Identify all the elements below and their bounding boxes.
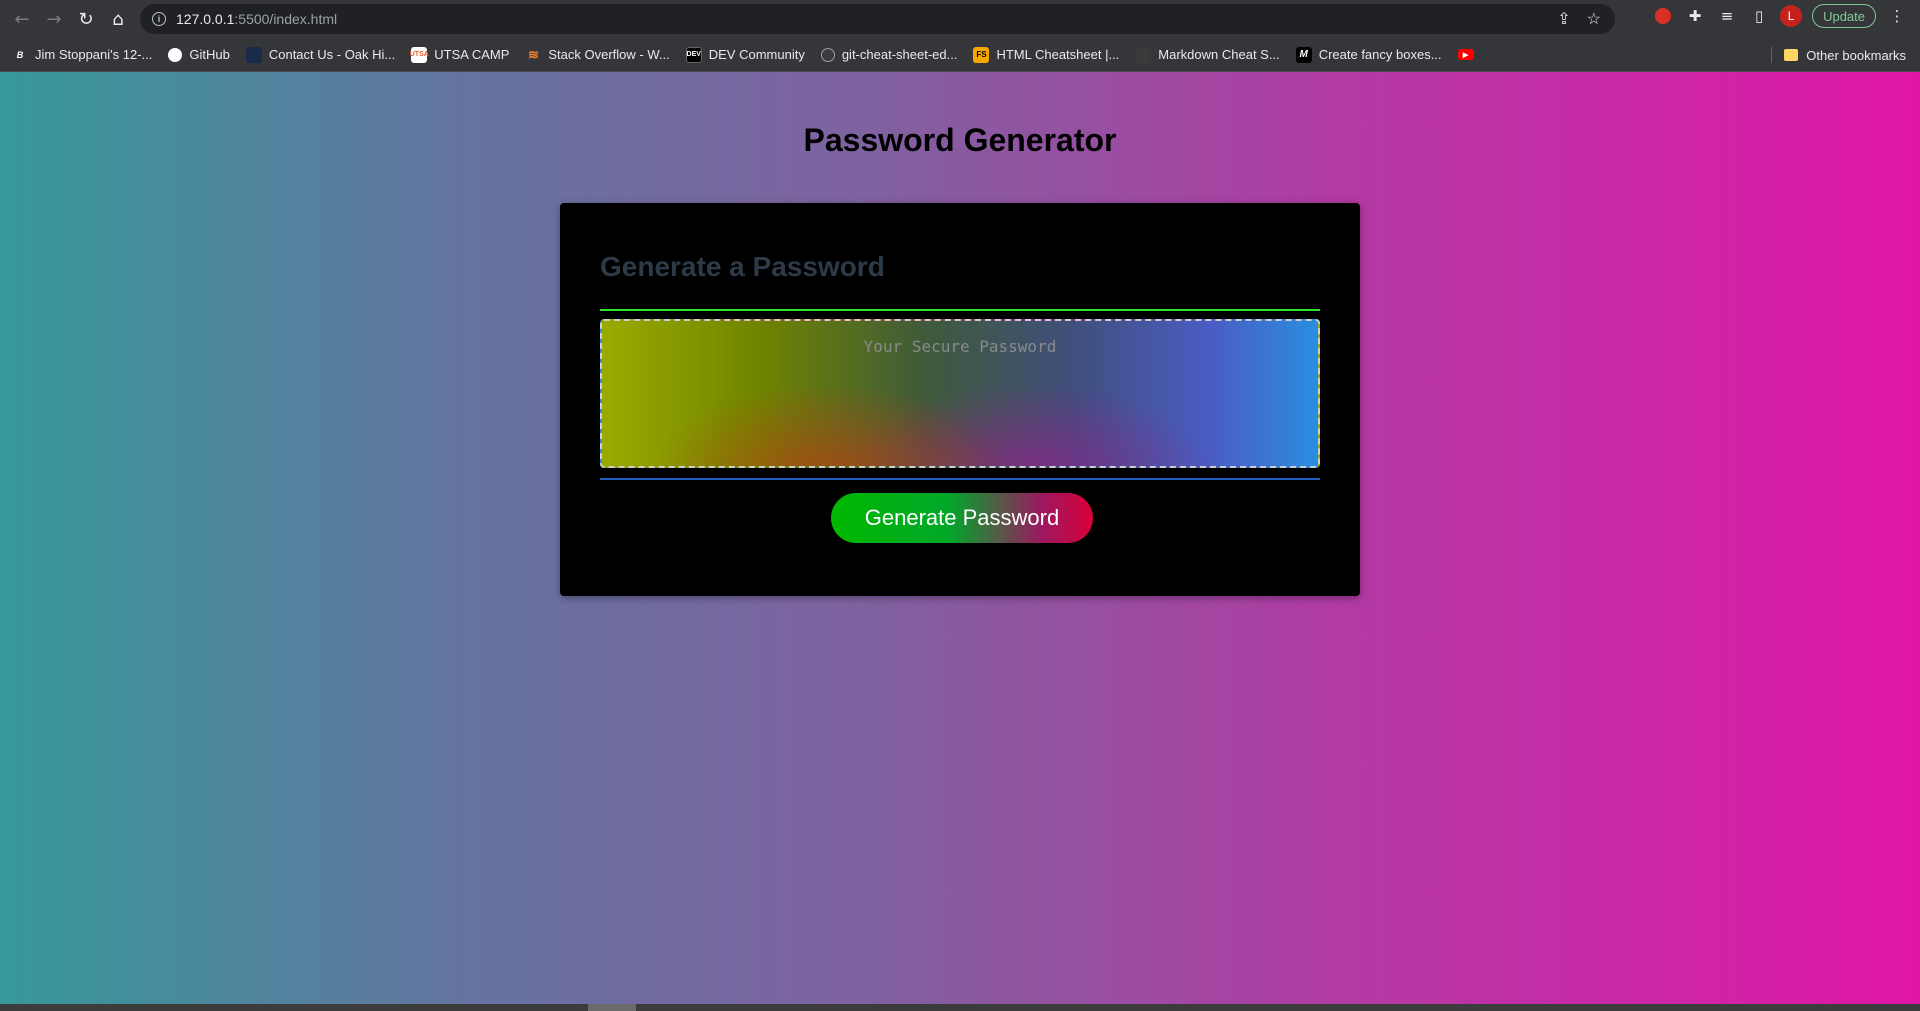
reload-icon[interactable]: ↻ [70, 3, 102, 35]
browser-toolbar: ← → ↻ ⌂ i 127.0.0.1:5500/index.html ⇪ ☆ … [0, 0, 1920, 38]
bookmark-item[interactable]: ≋ Stack Overflow - W... [525, 46, 670, 63]
other-bookmarks-folder[interactable]: Other bookmarks [1784, 38, 1906, 72]
bookmark-item[interactable]: B Jim Stoppani's 12-... [12, 47, 153, 63]
extension-red-icon[interactable] [1652, 5, 1674, 27]
bookmarks-bar: B Jim Stoppani's 12-... GitHub Contact Us… [0, 38, 1920, 72]
bookmark-star-icon[interactable]: ☆ [1587, 9, 1601, 29]
site-info-icon[interactable]: i [152, 12, 166, 26]
back-icon[interactable]: ← [6, 3, 38, 35]
html-cheatsheet-favicon: FS [973, 46, 990, 63]
youtube-icon: ▶ [1457, 49, 1474, 60]
menu-kebab-icon[interactable]: ⋮ [1886, 5, 1908, 27]
url-text: 127.0.0.1:5500/index.html [176, 11, 338, 27]
markdown-favicon [1135, 46, 1152, 63]
github-icon [168, 47, 183, 62]
card-header: Generate a Password [600, 251, 885, 282]
bookmark-item[interactable]: Contact Us - Oak Hi... [245, 46, 395, 63]
bookmark-item[interactable]: M Create fancy boxes... [1295, 46, 1442, 63]
side-panel-icon[interactable]: ▯ [1748, 5, 1770, 27]
bookmark-item[interactable]: ▶ [1457, 49, 1481, 60]
bookmarks-divider [1771, 47, 1772, 63]
stackoverflow-icon: ≋ [527, 46, 539, 62]
footer-divider [600, 478, 1320, 480]
password-textarea[interactable] [602, 321, 1318, 466]
horizontal-scrollbar[interactable] [0, 1004, 1920, 1011]
page-viewport: Password Generator Generate a Password G… [0, 72, 1920, 1004]
oak-hill-favicon [245, 46, 262, 63]
scrollbar-thumb[interactable] [588, 1004, 636, 1011]
dev-icon: DEV [685, 46, 702, 63]
github-icon [820, 47, 835, 62]
profile-avatar[interactable]: L [1780, 5, 1803, 27]
jim-stoppani-favicon: B [16, 49, 24, 60]
forward-icon[interactable]: → [38, 3, 70, 35]
address-bar[interactable]: i 127.0.0.1:5500/index.html ⇪ ☆ [140, 4, 1615, 34]
bookmark-item[interactable]: DEV DEV Community [685, 46, 805, 63]
header-divider [600, 309, 1320, 311]
page-title: Password Generator [803, 122, 1117, 158]
generate-password-button[interactable]: Generate Password [831, 493, 1093, 543]
utsa-favicon: UTSA [410, 46, 429, 63]
update-button[interactable]: Update [1812, 4, 1876, 28]
bookmark-item[interactable]: FS HTML Cheatsheet |... [973, 46, 1119, 63]
fancy-boxes-favicon: M [1295, 46, 1312, 63]
reading-list-icon[interactable]: ≡ [1716, 5, 1738, 27]
bookmark-item[interactable]: UTSA UTSA CAMP [410, 46, 509, 63]
password-card: Generate a Password Generate Password [560, 203, 1360, 596]
share-icon[interactable]: ⇪ [1557, 9, 1570, 29]
bookmark-item[interactable]: GitHub [168, 47, 230, 62]
bookmark-item[interactable]: Markdown Cheat S... [1135, 46, 1280, 63]
bookmark-item[interactable]: git-cheat-sheet-ed... [820, 47, 957, 62]
password-box [600, 319, 1320, 468]
extensions-puzzle-icon[interactable]: ✚ [1684, 5, 1706, 27]
folder-icon [1784, 49, 1799, 61]
home-icon[interactable]: ⌂ [102, 3, 134, 35]
